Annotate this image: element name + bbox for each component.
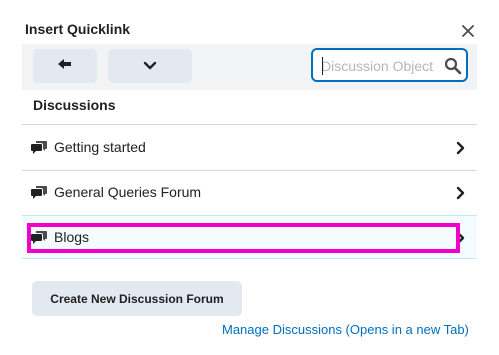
list-item[interactable]: Getting started <box>22 126 477 170</box>
back-arrow-icon <box>58 57 72 75</box>
search-input[interactable] <box>321 56 433 76</box>
dialog-title: Insert Quicklink <box>25 21 131 37</box>
list-item-selected[interactable]: Blogs <box>22 215 477 259</box>
text-caret <box>322 57 323 75</box>
back-button[interactable] <box>33 49 97 83</box>
discussion-icon <box>31 185 48 200</box>
manage-discussions-link[interactable]: Manage Discussions (Opens in a new Tab) <box>222 322 469 337</box>
search-icon[interactable] <box>444 57 462 75</box>
chevron-right-icon <box>456 231 466 245</box>
create-discussion-forum-button[interactable]: Create New Discussion Forum <box>32 281 242 316</box>
section-heading: Discussions <box>33 97 116 113</box>
chevron-right-icon <box>456 141 466 155</box>
chevron-right-icon <box>456 186 466 200</box>
chevron-down-icon <box>143 57 157 75</box>
search-box <box>311 48 468 82</box>
discussion-icon <box>31 230 48 245</box>
list-item-label: Getting started <box>54 139 146 155</box>
list-item-label: Blogs <box>54 229 90 245</box>
list-item-label: General Queries Forum <box>54 184 202 200</box>
list-item[interactable]: General Queries Forum <box>22 171 477 215</box>
discussion-icon <box>31 140 48 155</box>
divider <box>22 124 477 125</box>
close-icon[interactable] <box>461 24 475 38</box>
navigate-dropdown-button[interactable] <box>108 49 192 83</box>
